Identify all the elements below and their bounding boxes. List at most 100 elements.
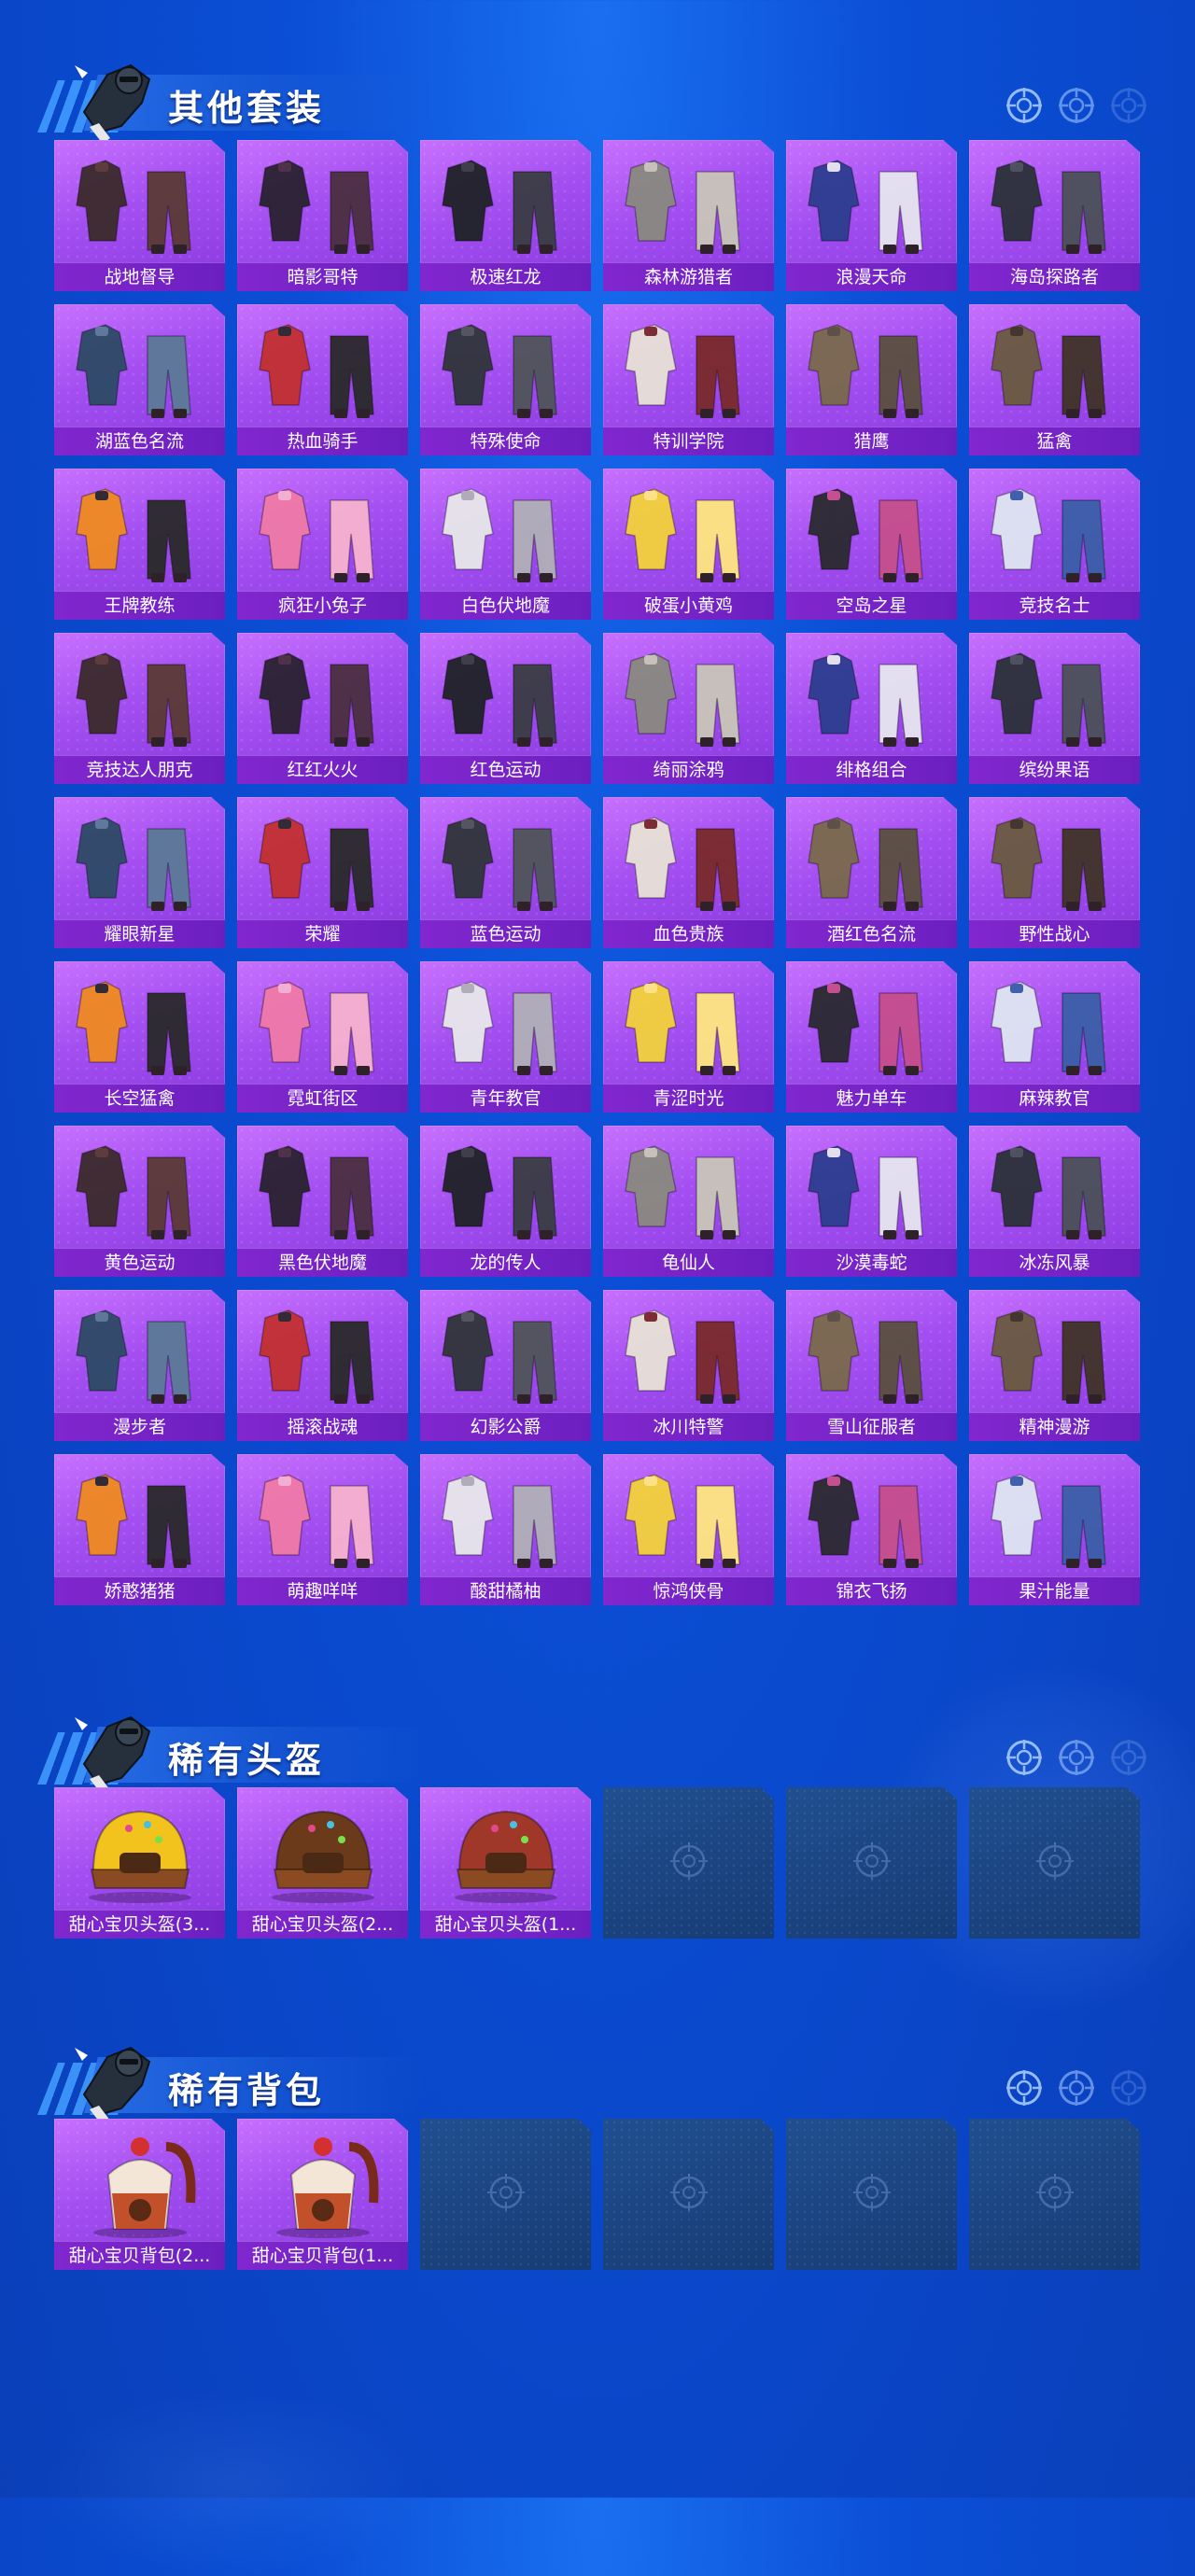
item-card[interactable]: 萌趣咩咩 (237, 1454, 408, 1605)
crosshair-icon (1109, 1738, 1148, 1777)
item-card[interactable]: 血色贵族 (603, 797, 774, 948)
item-card[interactable]: 青涩时光 (603, 961, 774, 1113)
item-card[interactable]: 荣耀 (237, 797, 408, 948)
item-label: 猎鹰 (786, 427, 957, 455)
item-label: 麻辣教官 (969, 1084, 1140, 1113)
item-card[interactable]: 青年教官 (420, 961, 591, 1113)
item-card[interactable]: 惊鸿侠骨 (603, 1454, 774, 1605)
item-card[interactable]: 漫步者 (54, 1290, 225, 1441)
item-card[interactable]: 浪漫天命 (786, 140, 957, 291)
item-image (237, 140, 408, 263)
soldier-mascot-icon (56, 1699, 168, 1801)
item-card[interactable]: 绮丽涂鸦 (603, 633, 774, 784)
item-image (603, 797, 774, 920)
item-card[interactable]: 猛禽 (969, 304, 1140, 455)
item-card[interactable]: 霓虹街区 (237, 961, 408, 1113)
item-image (786, 1454, 957, 1577)
item-card[interactable]: 极速红龙 (420, 140, 591, 291)
item-card[interactable]: 甜心宝贝头盔(2... (237, 1787, 408, 1939)
item-label: 血色贵族 (603, 919, 774, 948)
item-card[interactable]: 竞技名士 (969, 469, 1140, 620)
item-card[interactable]: 冰川特警 (603, 1290, 774, 1441)
item-card[interactable]: 娇憨猪猪 (54, 1454, 225, 1605)
item-image (237, 633, 408, 756)
item-card[interactable]: 酒红色名流 (786, 797, 957, 948)
item-card[interactable]: 果汁能量 (969, 1454, 1140, 1605)
item-image (969, 633, 1140, 756)
section-header: 其他套装 (28, 47, 1176, 149)
item-card[interactable]: 红色运动 (420, 633, 591, 784)
item-card[interactable]: 甜心宝贝头盔(3... (54, 1787, 225, 1939)
item-card[interactable]: 战地督导 (54, 140, 225, 291)
item-card[interactable]: 锦衣飞扬 (786, 1454, 957, 1605)
item-card[interactable]: 雪山征服者 (786, 1290, 957, 1441)
item-card[interactable]: 猎鹰 (786, 304, 957, 455)
item-image (603, 469, 774, 592)
item-card[interactable]: 黄色运动 (54, 1126, 225, 1277)
item-card[interactable]: 酸甜橘柚 (420, 1454, 591, 1605)
item-card[interactable]: 蓝色运动 (420, 797, 591, 948)
background-glow (37, 2389, 429, 2576)
crosshair-icon (1005, 2068, 1044, 2107)
crosshair-icon (1057, 86, 1096, 125)
item-card[interactable]: 黑色伏地魔 (237, 1126, 408, 1277)
item-image (420, 140, 591, 263)
item-label: 娇憨猪猪 (54, 1576, 225, 1605)
item-card[interactable]: 红红火火 (237, 633, 408, 784)
empty-slot (786, 2119, 957, 2270)
item-card[interactable]: 龟仙人 (603, 1126, 774, 1277)
item-card[interactable]: 魅力单车 (786, 961, 957, 1113)
item-label: 森林游猎者 (603, 262, 774, 291)
item-label: 果汁能量 (969, 1576, 1140, 1605)
item-image (237, 961, 408, 1085)
item-label: 暗影哥特 (237, 262, 408, 291)
item-card[interactable]: 空岛之星 (786, 469, 957, 620)
item-card[interactable]: 冰冻风暴 (969, 1126, 1140, 1277)
item-card[interactable]: 王牌教练 (54, 469, 225, 620)
item-card[interactable]: 耀眼新星 (54, 797, 225, 948)
item-label: 红色运动 (420, 755, 591, 784)
crosshair-icon (1109, 2068, 1148, 2107)
item-card[interactable]: 森林游猎者 (603, 140, 774, 291)
item-grid: 甜心宝贝背包(2... 甜心宝贝背包(1... (54, 2119, 1140, 2270)
item-card[interactable]: 甜心宝贝头盔(1... (420, 1787, 591, 1939)
item-label: 青涩时光 (603, 1084, 774, 1113)
item-card[interactable]: 精神漫游 (969, 1290, 1140, 1441)
item-card[interactable]: 沙漠毒蛇 (786, 1126, 957, 1277)
item-card[interactable]: 白色伏地魔 (420, 469, 591, 620)
item-label: 惊鸿侠骨 (603, 1576, 774, 1605)
item-label: 黄色运动 (54, 1248, 225, 1277)
item-card[interactable]: 麻辣教官 (969, 961, 1140, 1113)
item-card[interactable]: 甜心宝贝背包(1... (237, 2119, 408, 2270)
item-image (786, 633, 957, 756)
empty-slot (969, 1787, 1140, 1939)
item-card[interactable]: 湖蓝色名流 (54, 304, 225, 455)
item-card[interactable]: 破蛋小黄鸡 (603, 469, 774, 620)
crosshair-decoration (1005, 2068, 1148, 2107)
item-card[interactable]: 竞技达人朋克 (54, 633, 225, 784)
item-image (603, 633, 774, 756)
item-card[interactable]: 甜心宝贝背包(2... (54, 2119, 225, 2270)
item-label: 冰川特警 (603, 1412, 774, 1441)
item-image (54, 1126, 225, 1249)
item-card[interactable]: 海岛探路者 (969, 140, 1140, 291)
item-card[interactable]: 疯狂小兔子 (237, 469, 408, 620)
item-card[interactable]: 特殊使命 (420, 304, 591, 455)
item-card[interactable]: 缤纷果语 (969, 633, 1140, 784)
item-card[interactable]: 幻影公爵 (420, 1290, 591, 1441)
item-label: 特殊使命 (420, 427, 591, 455)
item-card[interactable]: 特训学院 (603, 304, 774, 455)
item-card[interactable]: 野性战心 (969, 797, 1140, 948)
crosshair-icon (485, 2171, 527, 2218)
empty-slot (969, 2119, 1140, 2270)
item-image (786, 961, 957, 1085)
item-card[interactable]: 热血骑手 (237, 304, 408, 455)
item-card[interactable]: 暗影哥特 (237, 140, 408, 291)
item-card[interactable]: 摇滚战魂 (237, 1290, 408, 1441)
item-label: 竞技名士 (969, 591, 1140, 620)
item-label: 长空猛禽 (54, 1084, 225, 1113)
item-image (420, 797, 591, 920)
item-card[interactable]: 长空猛禽 (54, 961, 225, 1113)
item-card[interactable]: 绯格组合 (786, 633, 957, 784)
item-card[interactable]: 龙的传人 (420, 1126, 591, 1277)
